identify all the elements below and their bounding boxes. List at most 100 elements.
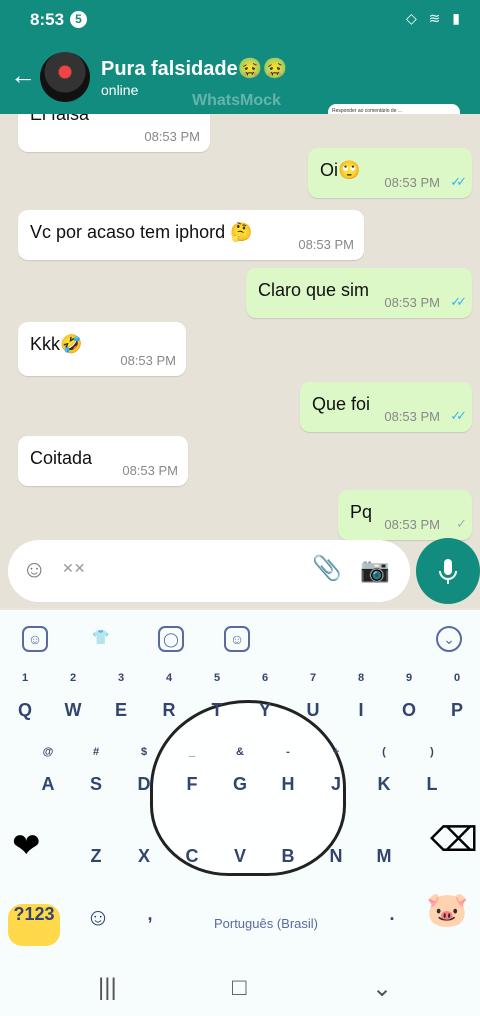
key-s[interactable]: # S xyxy=(76,746,116,816)
avatar[interactable] xyxy=(40,52,90,102)
message-out[interactable]: Oi🙄 08:53 PM ✓✓ xyxy=(308,148,472,198)
navigation-bar: ||| □ ⌄ xyxy=(0,958,480,1016)
key-m[interactable]: M xyxy=(364,846,404,888)
key-label: Z xyxy=(90,846,102,866)
sticker-icon[interactable]: ☺ xyxy=(22,626,48,652)
key-t[interactable]: 5T xyxy=(197,672,237,742)
message-in[interactable]: Ei falsa 08:53 PM xyxy=(18,114,210,152)
key-label: F xyxy=(186,774,198,794)
message-in[interactable]: Vc por acaso tem iphord 🤔 08:53 PM xyxy=(18,210,364,260)
key-number: 2 xyxy=(69,672,77,684)
system-icons: ◇ ≋ ▮ xyxy=(406,10,464,26)
key-label: U xyxy=(306,700,320,720)
keyboard-toolbar: ☺ 👕 ◯ ☺ ⌄ xyxy=(0,610,480,668)
key-label: X xyxy=(137,846,150,866)
period-key[interactable]: . xyxy=(372,904,412,946)
key-y[interactable]: 6Y xyxy=(245,672,285,742)
key-label: N xyxy=(329,846,343,866)
key-q[interactable]: 1Q xyxy=(5,672,45,742)
key-label: P xyxy=(450,700,463,720)
key-v[interactable]: V xyxy=(220,846,260,888)
message-out[interactable]: Que foi 08:53 PM ✓✓ xyxy=(300,382,472,432)
comma-key[interactable]: , xyxy=(130,904,170,946)
message-in[interactable]: Coitada 08:53 PM xyxy=(18,436,188,486)
message-input[interactable] xyxy=(94,556,288,588)
message-time: 08:53 PM xyxy=(144,129,200,144)
key-r[interactable]: 4R xyxy=(149,672,189,742)
key-u[interactable]: 7U xyxy=(293,672,333,742)
key-label: J xyxy=(330,774,341,794)
message-out[interactable]: Claro que sim 08:53 PM ✓✓ xyxy=(246,268,472,318)
message-time: 08:53 PM xyxy=(384,517,440,532)
back-nav-icon[interactable]: ⌄ xyxy=(372,974,392,1003)
key-label: L xyxy=(426,774,438,794)
key-label: D xyxy=(137,774,151,794)
key-number: 3 xyxy=(117,672,125,684)
message-out[interactable]: Pq 08:53 PM ✓ xyxy=(338,490,472,540)
microphone-button[interactable] xyxy=(416,538,480,604)
key-k[interactable]: (K xyxy=(364,746,404,816)
key-number: 1 xyxy=(21,672,29,684)
message-time: 08:53 PM xyxy=(384,295,440,310)
chat-title[interactable]: Pura falsidade🤢🤢 xyxy=(101,56,288,81)
camera-icon[interactable]: 📷 xyxy=(360,556,390,585)
emoji-keyboard-icon[interactable]: ☺ xyxy=(224,626,250,652)
recent-apps-icon[interactable]: ||| xyxy=(98,974,117,1002)
collapse-icon[interactable]: ⌄ xyxy=(436,626,462,652)
key-z[interactable]: Z xyxy=(76,846,116,888)
key-c[interactable]: C xyxy=(172,846,212,888)
key-number: 6 xyxy=(261,672,269,684)
key-symbol: ) xyxy=(430,746,434,758)
keyboard[interactable]: ☺ 👕 ◯ ☺ ⌄ 1Q 2W 3E 4R 5T 6Y 7U 8I 9O 0P … xyxy=(0,610,480,958)
key-label: Q xyxy=(17,700,32,720)
symbols-key[interactable]: ?123 xyxy=(8,904,60,946)
key-number: 5 xyxy=(213,672,221,684)
home-icon[interactable]: □ xyxy=(232,974,247,1002)
key-p[interactable]: 0P xyxy=(437,672,477,742)
emoji-key[interactable]: ☺ xyxy=(78,904,118,946)
key-h[interactable]: -H xyxy=(268,746,308,816)
key-number: 0 xyxy=(453,672,461,684)
heart-shift-key[interactable]: ❤ xyxy=(12,826,41,866)
space-bar[interactable]: Português (Brasil) xyxy=(184,908,348,940)
key-o[interactable]: 9O xyxy=(389,672,429,742)
mascot-delete-key[interactable]: ⌫ xyxy=(430,820,478,860)
key-symbol: _ xyxy=(188,746,196,758)
key-g[interactable]: & G xyxy=(220,746,260,816)
message-time: 08:53 PM xyxy=(120,353,176,368)
key-d[interactable]: $ D xyxy=(124,746,164,816)
shirt-icon[interactable]: 👕 xyxy=(88,626,114,652)
attachment-icon[interactable]: 📎 xyxy=(312,554,342,583)
key-label: I xyxy=(358,700,364,720)
key-label: E xyxy=(114,700,127,720)
key-symbol: ( xyxy=(382,746,386,758)
key-l[interactable]: ) L xyxy=(412,746,452,816)
key-label: T xyxy=(211,700,223,720)
message-text: Oi🙄 xyxy=(320,160,361,180)
key-w[interactable]: 2W xyxy=(53,672,93,742)
key-x[interactable]: X xyxy=(124,846,164,888)
microphone-icon[interactable]: ◯ xyxy=(158,626,184,652)
key-label: V xyxy=(233,846,246,866)
emoji-icon[interactable]: ☺ xyxy=(22,556,47,584)
key-label: M xyxy=(376,846,392,866)
key-a[interactable]: @ A xyxy=(28,746,68,816)
message-text: Kkk🤣 xyxy=(30,334,83,354)
message-text: Vc por acaso tem iphord 🤔 xyxy=(30,222,253,242)
key-n[interactable]: N xyxy=(316,846,356,888)
key-b[interactable]: B xyxy=(268,846,308,888)
gif-icon[interactable]: ✕✕ xyxy=(62,560,85,577)
key-e[interactable]: 3E xyxy=(101,672,141,742)
key-i[interactable]: 8I xyxy=(341,672,381,742)
arrow-left-icon[interactable]: ← xyxy=(10,60,36,91)
message-text: Claro que sim xyxy=(258,280,370,300)
pig-enter-key[interactable]: 🐷 xyxy=(426,890,468,930)
message-time: 08:53 PM xyxy=(384,175,440,190)
key-f[interactable]: _ F xyxy=(172,746,212,816)
key-label: O xyxy=(401,700,416,720)
key-label: A xyxy=(41,774,55,794)
key-symbol: + xyxy=(332,746,340,758)
message-in[interactable]: Kkk🤣 08:53 PM xyxy=(18,322,186,376)
message-composer[interactable]: ☺ ✕✕ 📎 📷 xyxy=(8,540,410,602)
key-j[interactable]: + J xyxy=(316,746,356,816)
